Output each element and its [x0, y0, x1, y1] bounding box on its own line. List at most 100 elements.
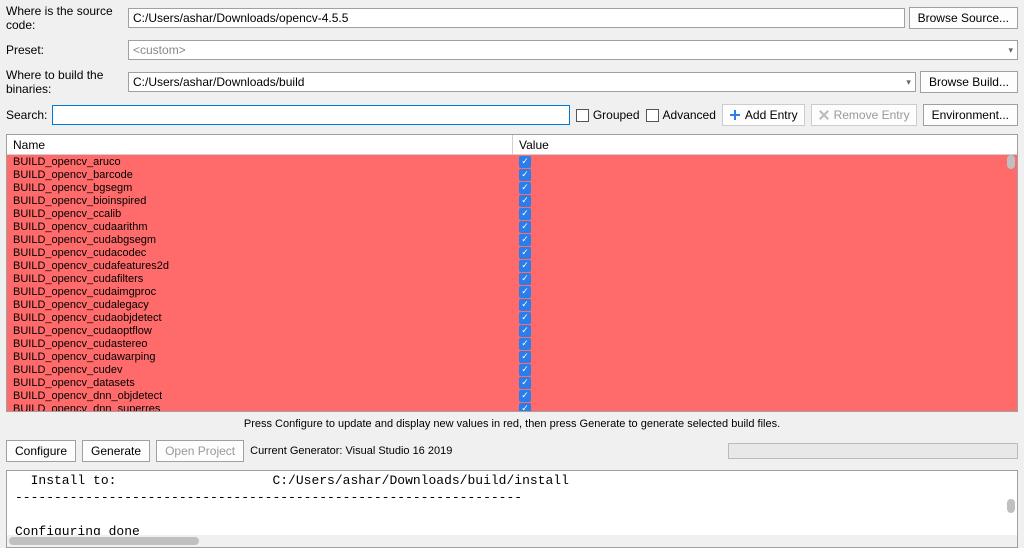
source-label: Where is the source code: — [6, 4, 124, 32]
cache-entry-name: BUILD_opencv_dnn_superres — [7, 403, 513, 412]
remove-entry-label: Remove Entry — [834, 108, 910, 122]
table-row[interactable]: BUILD_opencv_cudawarping✓ — [7, 350, 1017, 363]
progress-bar — [728, 443, 1018, 459]
cache-entry-value[interactable]: ✓ — [513, 221, 531, 233]
cache-entry-value[interactable]: ✓ — [513, 377, 531, 389]
checkbox-checked-icon: ✓ — [519, 312, 531, 324]
preset-value: <custom> — [133, 43, 186, 57]
table-row[interactable]: BUILD_opencv_aruco✓ — [7, 155, 1017, 168]
cache-entry-value[interactable]: ✓ — [513, 325, 531, 337]
table-row[interactable]: BUILD_opencv_bioinspired✓ — [7, 194, 1017, 207]
cache-entry-value[interactable]: ✓ — [513, 234, 531, 246]
search-input[interactable] — [52, 105, 570, 125]
scrollbar-vertical[interactable] — [1007, 499, 1015, 513]
cache-entry-value[interactable]: ✓ — [513, 260, 531, 272]
table-row[interactable]: BUILD_opencv_ccalib✓ — [7, 207, 1017, 220]
cache-entry-name: BUILD_opencv_bgsegm — [7, 182, 513, 194]
configure-button[interactable]: Configure — [6, 440, 76, 462]
cache-entry-value[interactable]: ✓ — [513, 156, 531, 168]
environment-button[interactable]: Environment... — [923, 104, 1018, 126]
column-name-header[interactable]: Name — [7, 135, 513, 154]
table-row[interactable]: BUILD_opencv_cudacodec✓ — [7, 246, 1017, 259]
cache-entry-value[interactable]: ✓ — [513, 195, 531, 207]
cache-entry-name: BUILD_opencv_aruco — [7, 156, 513, 168]
scrollbar-vertical[interactable] — [1007, 155, 1015, 169]
cache-entry-name: BUILD_opencv_cudev — [7, 364, 513, 376]
checkbox-checked-icon: ✓ — [519, 351, 531, 363]
table-row[interactable]: BUILD_opencv_cudabgsegm✓ — [7, 233, 1017, 246]
source-input[interactable] — [128, 8, 905, 28]
log-output[interactable]: Install to: C:/Users/ashar/Downloads/bui… — [7, 471, 1017, 543]
checkbox-icon — [576, 109, 589, 122]
search-toolbar: Search: Grouped Advanced Add Entry Remov… — [0, 100, 1024, 130]
cache-entry-value[interactable]: ✓ — [513, 286, 531, 298]
grouped-checkbox[interactable]: Grouped — [576, 108, 640, 122]
checkbox-checked-icon: ✓ — [519, 286, 531, 298]
cache-entry-value[interactable]: ✓ — [513, 403, 531, 412]
column-value-header[interactable]: Value — [513, 135, 1017, 154]
hint-text: Press Configure to update and display ne… — [0, 412, 1024, 436]
checkbox-checked-icon: ✓ — [519, 390, 531, 402]
preset-dropdown[interactable]: <custom> ▾ — [128, 40, 1018, 60]
scrollbar-horizontal[interactable] — [9, 537, 199, 545]
add-entry-button[interactable]: Add Entry — [722, 104, 805, 126]
table-row[interactable]: BUILD_opencv_cudafilters ✓ — [7, 272, 1017, 285]
checkbox-checked-icon: ✓ — [519, 364, 531, 376]
cache-entry-value[interactable]: ✓ — [513, 299, 531, 311]
cache-entry-value[interactable]: ✓ — [513, 338, 531, 350]
build-row: Where to build the binaries: C:/Users/as… — [0, 64, 1024, 100]
cache-entry-value[interactable]: ✓ — [513, 208, 531, 220]
cache-entry-name: BUILD_opencv_cudacodec — [7, 247, 513, 259]
table-row[interactable]: BUILD_opencv_cudastereo✓ — [7, 337, 1017, 350]
browse-build-button[interactable]: Browse Build... — [920, 71, 1018, 93]
checkbox-icon — [646, 109, 659, 122]
cache-entry-name: BUILD_opencv_cudafeatures2d — [7, 260, 513, 272]
cache-entry-value[interactable]: ✓ — [513, 364, 531, 376]
cache-table: Name Value BUILD_opencv_aruco✓BUILD_open… — [6, 134, 1018, 412]
search-label: Search: — [6, 108, 46, 122]
advanced-checkbox[interactable]: Advanced — [646, 108, 716, 122]
build-dropdown[interactable]: C:/Users/ashar/Downloads/build ▾ — [128, 72, 916, 92]
checkbox-checked-icon: ✓ — [519, 221, 531, 233]
cache-entry-value[interactable]: ✓ — [513, 312, 531, 324]
table-row[interactable]: BUILD_opencv_cudaimgproc ✓ — [7, 285, 1017, 298]
table-row[interactable]: BUILD_opencv_cudafeatures2d ✓ — [7, 259, 1017, 272]
table-row[interactable]: BUILD_opencv_cudaobjdetect ✓ — [7, 311, 1017, 324]
checkbox-checked-icon: ✓ — [519, 182, 531, 194]
checkbox-checked-icon: ✓ — [519, 338, 531, 350]
table-row[interactable]: BUILD_opencv_dnn_objdetect✓ — [7, 389, 1017, 402]
chevron-down-icon: ▾ — [1008, 45, 1013, 56]
table-body: BUILD_opencv_aruco✓BUILD_opencv_barcode✓… — [7, 155, 1017, 411]
table-row[interactable]: BUILD_opencv_cudaoptflow✓ — [7, 324, 1017, 337]
table-row[interactable]: BUILD_opencv_cudev ✓ — [7, 363, 1017, 376]
cache-entry-name: BUILD_opencv_cudaimgproc — [7, 286, 513, 298]
table-row[interactable]: BUILD_opencv_bgsegm ✓ — [7, 181, 1017, 194]
checkbox-checked-icon: ✓ — [519, 234, 531, 246]
checkbox-checked-icon: ✓ — [519, 195, 531, 207]
checkbox-checked-icon: ✓ — [519, 299, 531, 311]
checkbox-checked-icon: ✓ — [519, 325, 531, 337]
table-row[interactable]: BUILD_opencv_dnn_superres✓ — [7, 402, 1017, 411]
chevron-down-icon: ▾ — [906, 77, 911, 88]
cache-entry-value[interactable]: ✓ — [513, 351, 531, 363]
cache-entry-value[interactable]: ✓ — [513, 273, 531, 285]
cache-entry-value[interactable]: ✓ — [513, 169, 531, 181]
cache-entry-value[interactable]: ✓ — [513, 247, 531, 259]
current-generator-label: Current Generator: Visual Studio 16 2019 — [250, 445, 452, 457]
generate-button[interactable]: Generate — [82, 440, 150, 462]
cache-entry-value[interactable]: ✓ — [513, 182, 531, 194]
cache-entry-name: BUILD_opencv_cudaobjdetect — [7, 312, 513, 324]
cache-entry-value[interactable]: ✓ — [513, 390, 531, 402]
remove-entry-button[interactable]: Remove Entry — [811, 104, 917, 126]
table-row[interactable]: BUILD_opencv_cudaarithm✓ — [7, 220, 1017, 233]
table-row[interactable]: BUILD_opencv_datasets✓ — [7, 376, 1017, 389]
table-row[interactable]: BUILD_opencv_barcode✓ — [7, 168, 1017, 181]
browse-source-button[interactable]: Browse Source... — [909, 7, 1018, 29]
table-row[interactable]: BUILD_opencv_cudalegacy ✓ — [7, 298, 1017, 311]
cache-entry-name: BUILD_opencv_cudalegacy — [7, 299, 513, 311]
open-project-button[interactable]: Open Project — [156, 440, 244, 462]
checkbox-checked-icon: ✓ — [519, 273, 531, 285]
checkbox-checked-icon: ✓ — [519, 260, 531, 272]
cache-entry-name: BUILD_opencv_cudafilters — [7, 273, 513, 285]
add-entry-label: Add Entry — [745, 108, 798, 122]
